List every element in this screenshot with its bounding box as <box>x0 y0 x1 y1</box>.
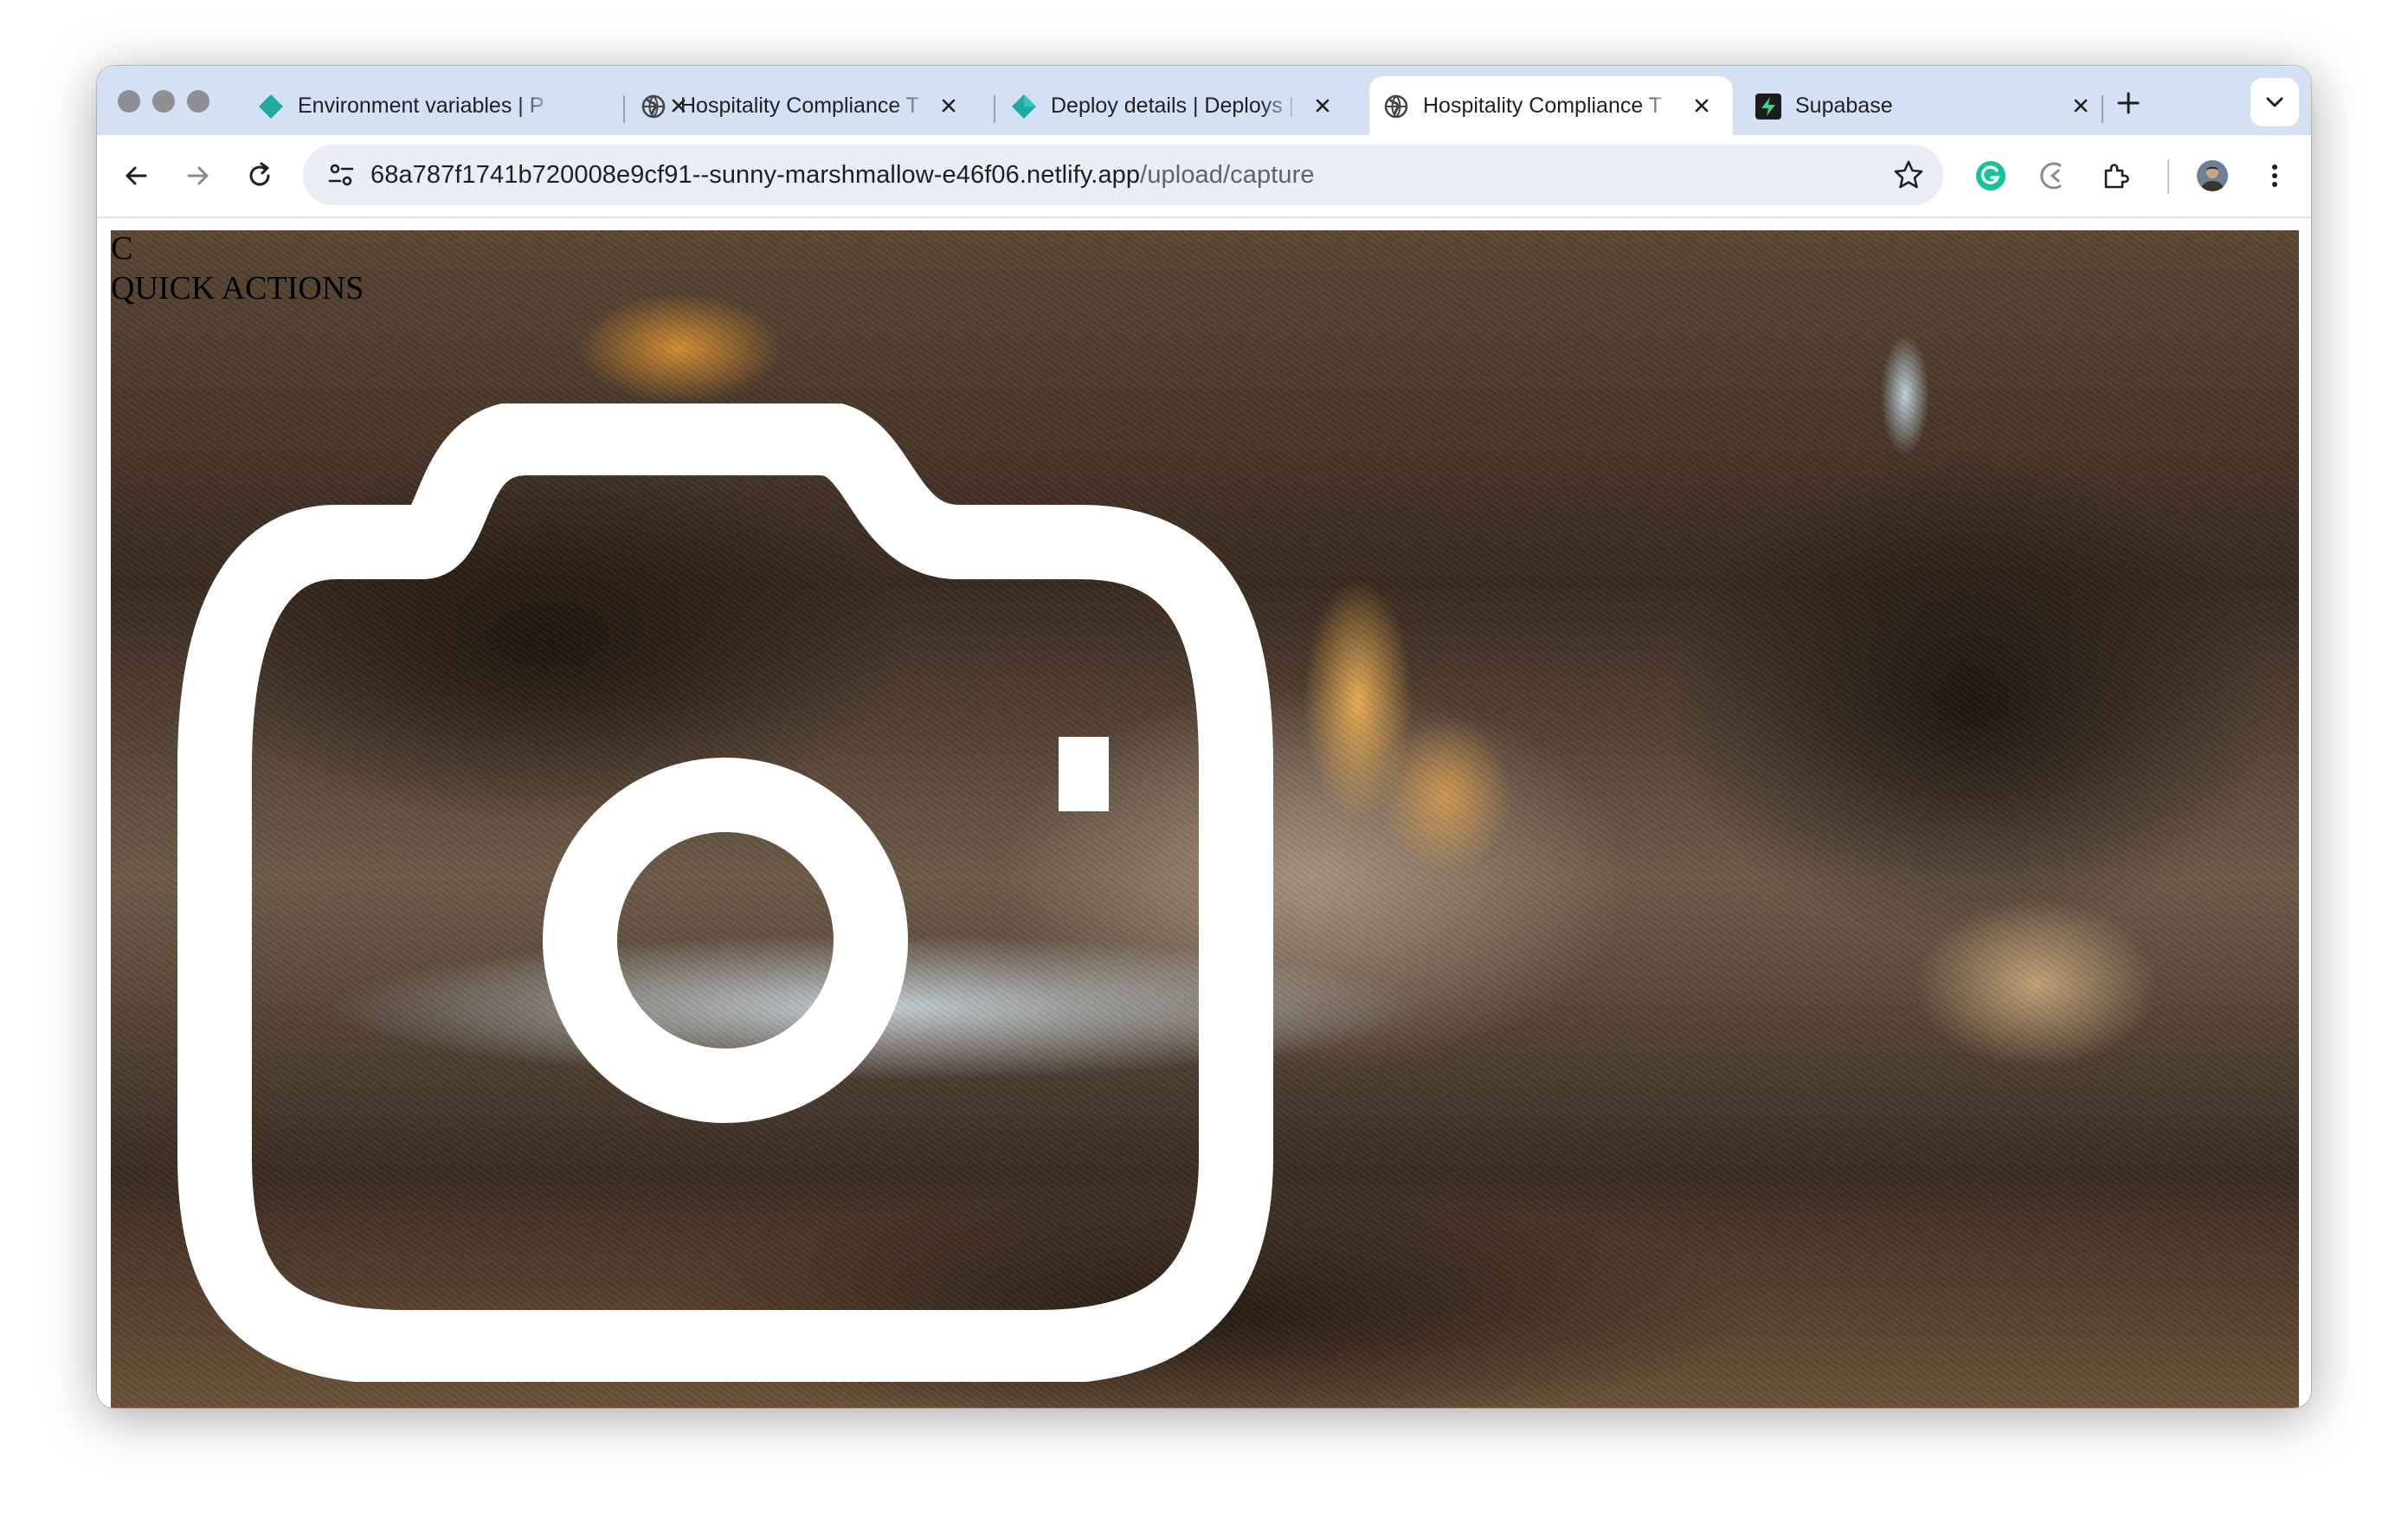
puzzle-extensions-icon[interactable] <box>2098 158 2133 193</box>
new-tab-icon[interactable] <box>2114 88 2143 118</box>
close-tab-icon[interactable] <box>1690 94 1714 118</box>
netlify-icon <box>1012 94 1036 119</box>
tab-separator <box>2102 95 2103 123</box>
tab-hospitality-compliance-1[interactable]: Hospitality Compliance T <box>627 76 990 135</box>
zoom-window-button[interactable] <box>187 90 209 113</box>
browser-window: Environment variables | P Hospitality Co… <box>97 66 2311 1408</box>
loading-extension-icon[interactable] <box>2036 158 2070 193</box>
bookmark-star-icon[interactable] <box>1892 158 1925 191</box>
tab-strip: Environment variables | P Hospitality Co… <box>97 66 2311 135</box>
tab-separator <box>623 95 625 123</box>
globe-icon <box>641 94 666 119</box>
tab-search-button[interactable] <box>2250 78 2299 126</box>
globe-icon <box>1384 94 1408 119</box>
tab-title: Environment variables | P <box>298 94 544 118</box>
minimize-window-button[interactable] <box>152 90 175 113</box>
address-bar[interactable]: 68a787f1741b720008e9cf91--sunny-marshmal… <box>303 145 1943 205</box>
url-path: /upload/capture <box>1140 161 1315 189</box>
tab-supabase[interactable]: Supabase <box>1742 76 2105 135</box>
close-tab-icon[interactable] <box>2069 94 2093 118</box>
profile-avatar-icon[interactable] <box>2195 158 2230 193</box>
camera-icon[interactable] <box>163 403 1288 1382</box>
grammarly-extension-icon[interactable] <box>1973 158 2008 193</box>
reload-icon[interactable] <box>242 158 277 193</box>
quick-actions-heading: QUICK ACTIONS <box>111 270 364 307</box>
netlify-diamond-icon <box>259 94 283 119</box>
url-text[interactable]: 68a787f1741b720008e9cf91--sunny-marshmal… <box>370 145 1315 205</box>
site-settings-icon[interactable] <box>325 159 357 190</box>
back-arrow-icon[interactable] <box>119 158 154 193</box>
close-tab-icon[interactable] <box>937 94 961 118</box>
more-vertical-icon[interactable] <box>2257 158 2292 193</box>
chevron-down-icon <box>2266 97 2283 107</box>
supabase-icon <box>1755 94 1781 119</box>
camera-feed-photo <box>111 230 2299 1408</box>
page-header-letter: C <box>111 230 133 267</box>
tab-hospitality-compliance-active[interactable]: Hospitality Compliance T <box>1369 76 1733 135</box>
tab-title: Deploy details | Deploys | <box>1051 94 1295 118</box>
browser-toolbar: 68a787f1741b720008e9cf91--sunny-marshmal… <box>97 135 2311 218</box>
tab-title: Hospitality Compliance T <box>680 94 920 118</box>
url-host: 68a787f1741b720008e9cf91--sunny-marshmal… <box>370 161 1141 189</box>
tab-title: Supabase <box>1795 94 1893 118</box>
close-window-button[interactable] <box>118 90 140 113</box>
forward-arrow-icon[interactable] <box>180 158 215 193</box>
tab-deploy-details[interactable]: Deploy details | Deploys | <box>997 76 1361 135</box>
tab-separator <box>994 95 995 123</box>
tab-title: Hospitality Compliance T <box>1423 94 1663 118</box>
close-tab-icon[interactable] <box>1310 94 1335 118</box>
toolbar-divider <box>2167 159 2169 194</box>
page-viewport: C QUICK ACTIONS <box>97 218 2311 1408</box>
